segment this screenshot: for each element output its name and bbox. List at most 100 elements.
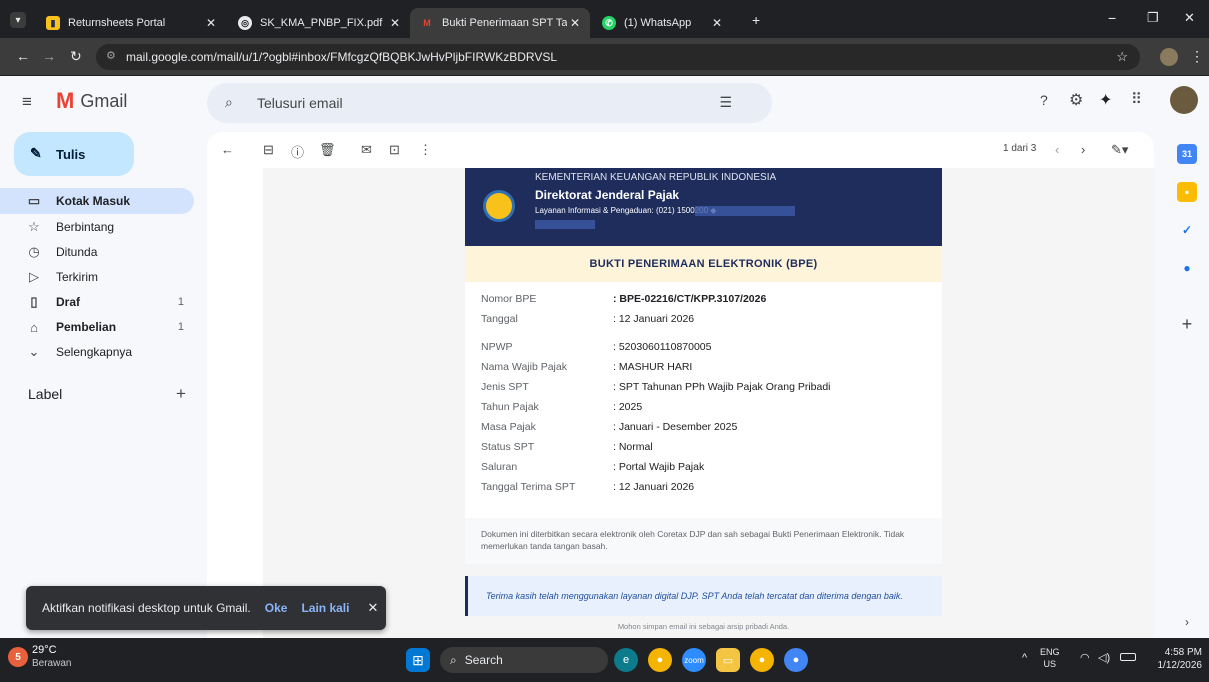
clock[interactable]: 4:58 PM 1/12/2026 [1148,646,1203,672]
edge-icon[interactable]: e [614,648,638,672]
field-row: Nama Wajib Pajak: MASHUR HARI [481,360,692,374]
bag-icon: ⌂ [30,319,38,335]
compose-button[interactable]: ✎ Tulis [14,132,134,176]
field-row: Masa Pajak: Januari - Desember 2025 [481,420,737,434]
tab-search-icon[interactable]: ▾ [10,12,26,28]
toast-close-icon[interactable]: ✕ [367,600,378,616]
calendar-icon[interactable]: 31 [1177,144,1197,164]
chrome-profile-icon[interactable]: ● [784,648,808,672]
nav-item-more[interactable]: ⌄ Selengkapnya [0,339,194,365]
nav-label: Selengkapnya [56,345,133,359]
taskbar-search[interactable]: ⌕ Search [440,647,608,673]
close-icon[interactable]: ✕ [570,16,580,30]
complaint-email-link[interactable] [535,220,595,229]
search-options-icon[interactable]: ☰ [719,94,732,111]
nav-item-starred[interactable]: ☆ Berbintang [0,214,194,240]
gmail-app: ≡ M Gmail ⌕ Telusuri email ☰ ? ⚙ ✦ ⠿ ✎ T… [0,76,1209,638]
add-label-button[interactable]: + [176,384,186,404]
search-input[interactable]: Telusuri email [257,95,343,111]
toast-later-button[interactable]: Lain kali [301,601,349,615]
report-spam-icon[interactable]: ⓘ [291,142,304,161]
url-field[interactable]: ⚙ mail.google.com/mail/u/1/?ogbl#inbox/F… [96,44,1140,70]
close-icon[interactable]: ✕ [206,16,216,30]
wifi-icon[interactable]: ◠ [1080,651,1090,664]
back-to-inbox-icon[interactable]: ← [221,142,234,157]
bookmark-star-icon[interactable]: ☆ [1116,49,1128,65]
profile-avatar[interactable] [1160,48,1178,66]
mark-unread-icon[interactable]: ✉ [361,142,372,158]
move-to-icon[interactable]: ⊡ [389,142,400,158]
reload-icon[interactable]: ↻ [70,48,82,65]
back-icon[interactable]: ← [16,48,30,64]
tab-gmail-active[interactable]: M Bukti Penerimaan SPT Tahunan ✕ [410,8,590,38]
close-icon[interactable]: ✕ [712,16,722,30]
delete-icon[interactable]: 🗑 [319,142,336,158]
tab-pdf[interactable]: ◎ SK_KMA_PNBP_FIX.pdf ✕ [228,8,410,38]
field-value: : Normal [613,441,653,453]
email-body: KEMENTERIAN KEUANGAN REPUBLIK INDONESIA … [263,168,1154,638]
restore-icon[interactable]: ❐ [1147,10,1159,26]
menu-dots-icon[interactable]: ⋮ [1190,48,1204,65]
window-close-icon[interactable]: ✕ [1184,10,1195,26]
nav-label: Ditunda [56,245,98,259]
notification-toast: Aktifkan notifikasi desktop untuk Gmail.… [26,586,386,630]
chrome-icon[interactable]: ● [648,648,672,672]
settings-gear-icon[interactable]: ⚙ [1069,90,1083,110]
add-addon-icon[interactable]: + [1177,314,1197,334]
field-key: Tahun Pajak [481,401,539,413]
help-icon[interactable]: ? [1040,92,1048,108]
toast-ok-button[interactable]: Oke [265,601,288,615]
windows-start-icon[interactable]: ⊞ [406,648,430,672]
tab-returnsheets[interactable]: ▮ Returnsheets Portal ✕ [36,8,226,38]
contacts-icon[interactable]: ● [1177,258,1197,278]
more-actions-icon[interactable]: ⋮ [419,142,432,158]
battery-icon[interactable] [1120,653,1136,661]
bpe-details: Nomor BPE: BPE-02216/CT/KPP.3107/2026 Ta… [465,282,942,518]
field-value: : Portal Wajib Pajak [613,461,705,473]
apps-grid-icon[interactable]: ⠿ [1131,90,1142,108]
weather-desc: Berawan [32,658,72,669]
djp-logo [483,190,515,222]
expand-panel-icon[interactable]: › [1177,612,1197,632]
nav-item-purchases[interactable]: ⌂ Pembelian 1 [0,314,194,340]
archive-icon[interactable]: ⊟ [263,142,274,158]
file-explorer-icon[interactable]: ▭ [716,648,740,672]
nav-item-drafts[interactable]: ▯ Draf 1 [0,289,194,315]
main-menu-icon[interactable]: ≡ [22,92,32,112]
tasks-icon[interactable]: ✓ [1177,220,1197,240]
tray-overflow-icon[interactable]: ^ [1022,652,1027,664]
weather-widget[interactable]: 5 29°C Berawan [8,644,71,670]
input-tools-icon[interactable]: ✎▾ [1111,142,1128,158]
new-tab-button[interactable]: + [752,12,760,28]
contact-email-link[interactable] [695,206,795,216]
gemini-icon[interactable]: ✦ [1099,90,1112,110]
tab-label: Returnsheets Portal [68,17,166,29]
nav-item-sent[interactable]: ▷ Terkirim [0,264,194,290]
language-indicator[interactable]: ENG US [1040,646,1060,670]
forward-icon[interactable]: → [42,48,56,64]
newer-icon[interactable]: ‹ [1055,142,1059,157]
nav-label: Pembelian [56,320,117,334]
nav-item-snoozed[interactable]: ◷ Ditunda [0,239,194,265]
chrome-canary-icon[interactable]: ● [750,648,774,672]
tab-label: (1) WhatsApp [624,17,692,29]
volume-icon[interactable]: ◁) [1098,651,1110,664]
gmail-logo[interactable]: M Gmail [56,88,127,114]
tab-whatsapp[interactable]: ✆ (1) WhatsApp ✕ [592,8,732,38]
portal-icon: ▮ [46,16,60,30]
nav-item-inbox[interactable]: ▭ Kotak Masuk [0,188,194,214]
search-bar[interactable]: ⌕ Telusuri email ☰ [207,83,772,123]
keep-icon[interactable]: ▪ [1177,182,1197,202]
zoom-icon[interactable]: zoom [682,648,706,672]
field-key: NPWP [481,341,513,353]
weather-badge: 5 [8,647,28,667]
close-icon[interactable]: ✕ [390,16,400,30]
search-icon[interactable]: ⌕ [225,94,233,111]
minimize-icon[interactable]: − [1108,10,1116,26]
older-icon[interactable]: › [1081,142,1085,157]
account-avatar[interactable] [1170,86,1198,114]
site-info-icon[interactable]: ⚙ [106,49,116,62]
field-value: : SPT Tahunan PPh Wajib Pajak Orang Prib… [613,381,831,393]
search-icon: ⌕ [450,652,457,667]
side-panel-rail: 31 ▪ ✓ ● + › [1166,132,1209,638]
